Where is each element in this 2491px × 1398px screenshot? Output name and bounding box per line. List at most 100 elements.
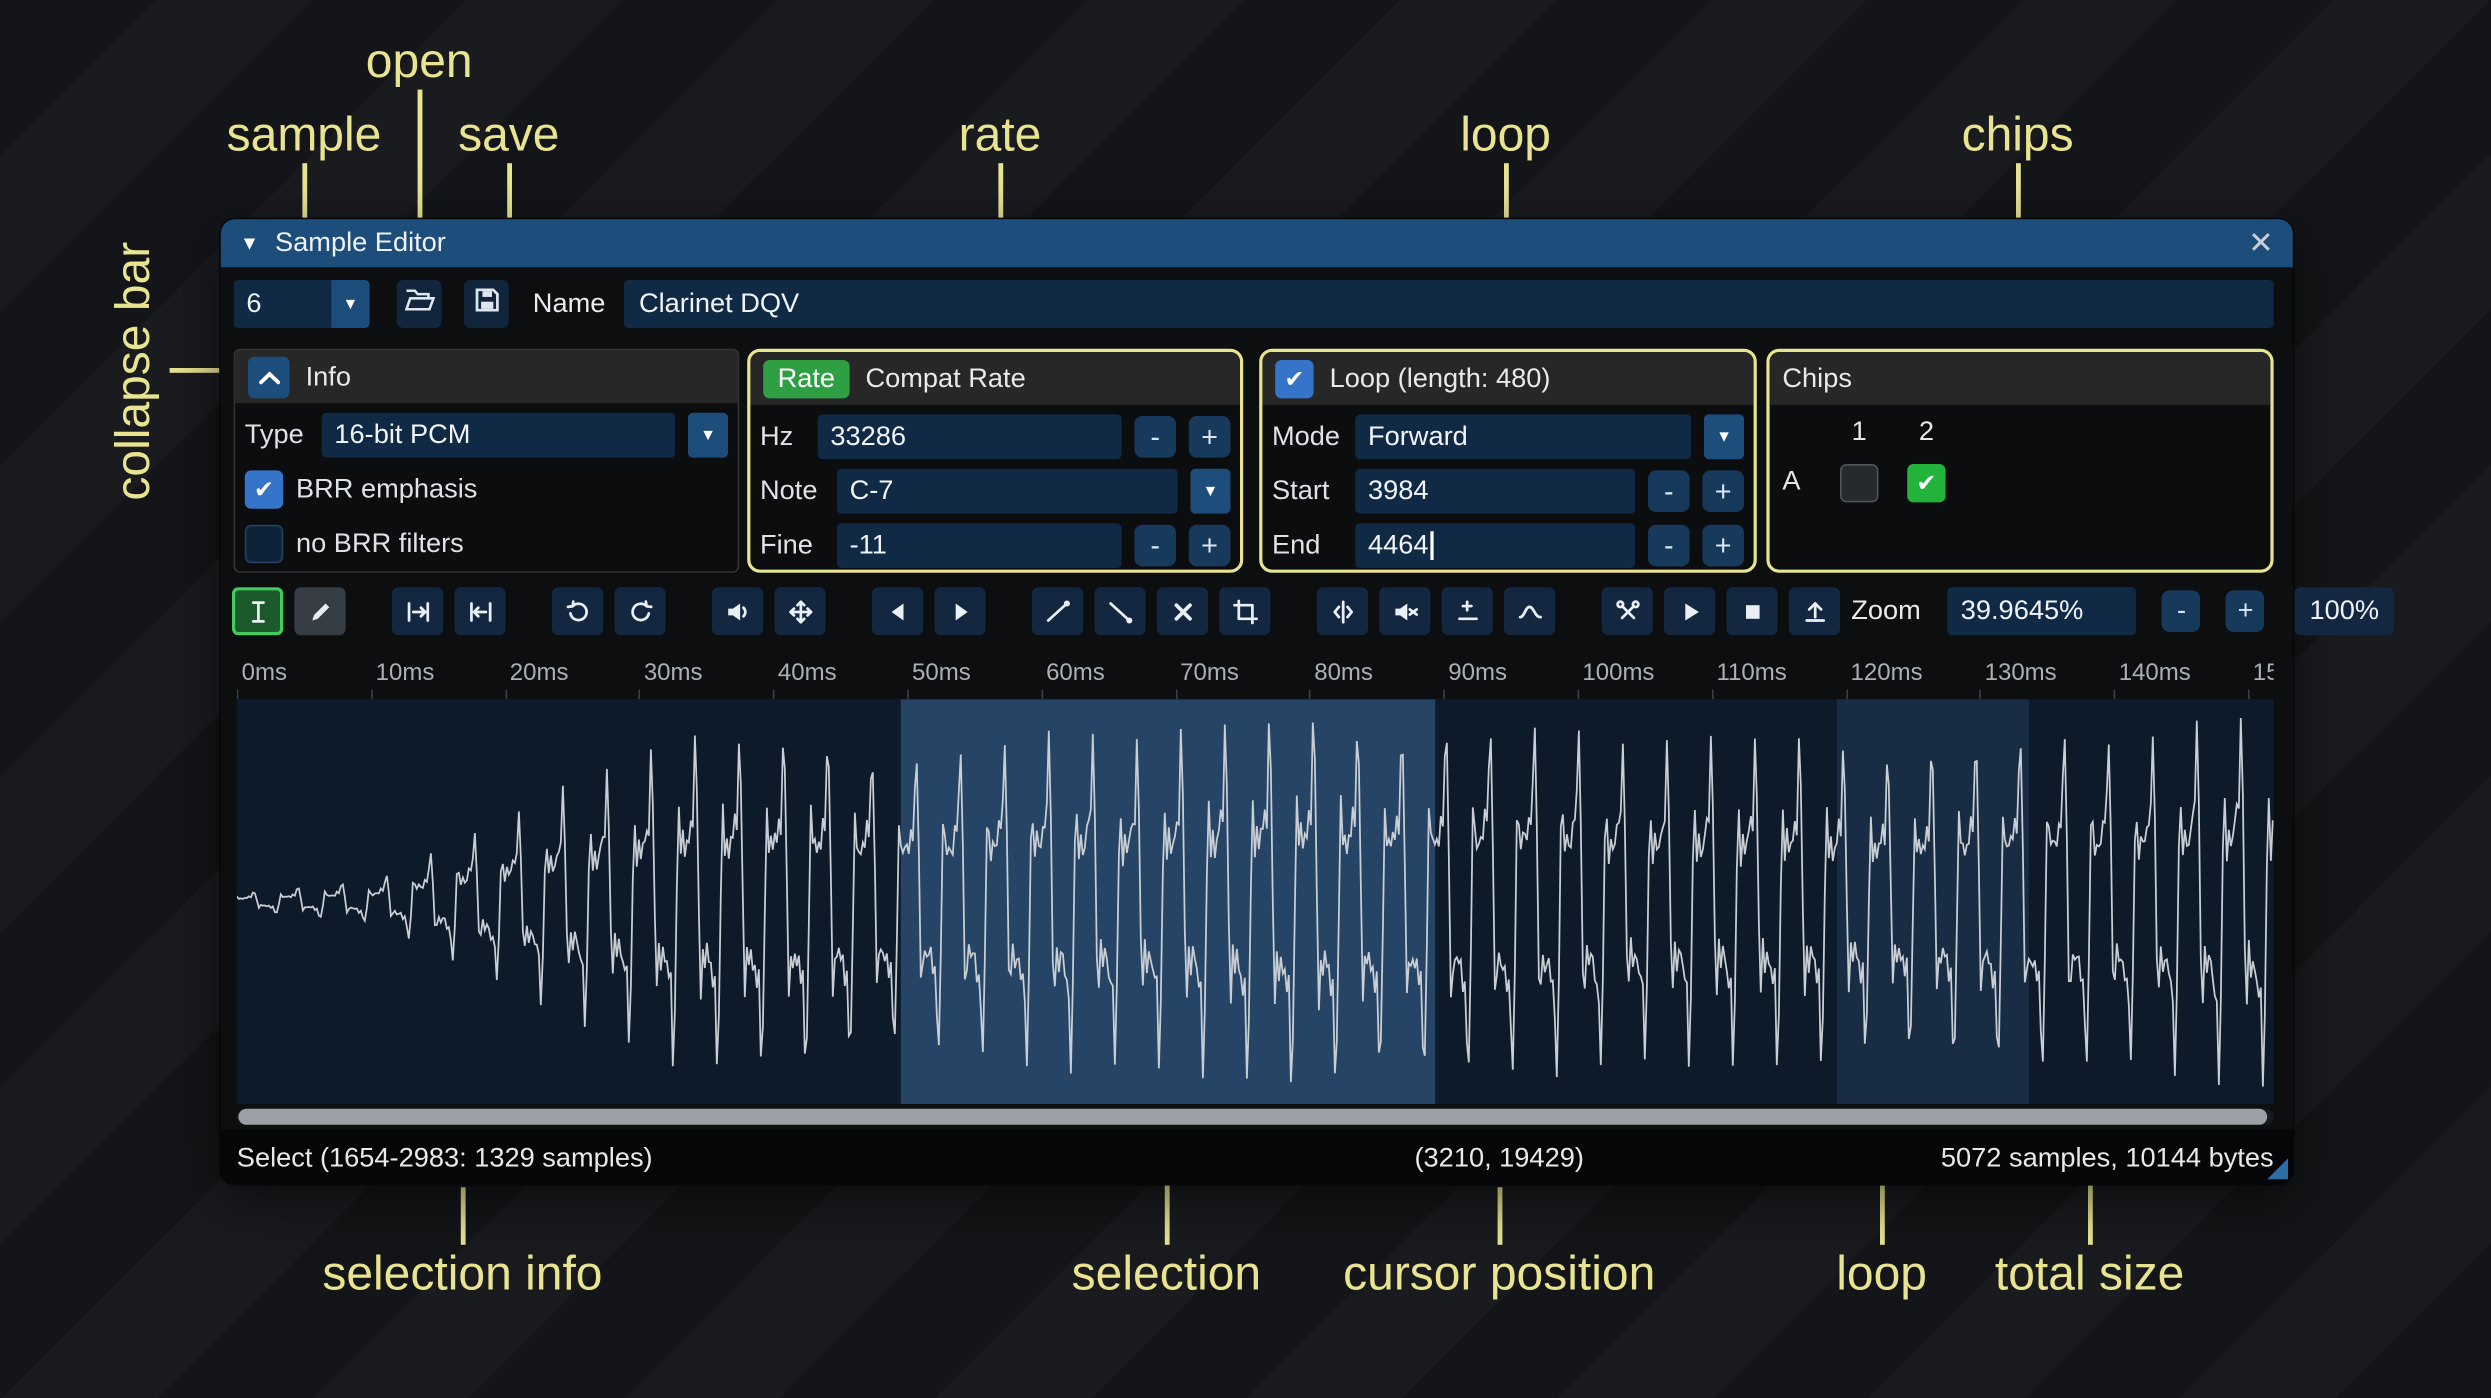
stop-preview-button[interactable] xyxy=(1726,587,1778,636)
annotation-loop-top: loop xyxy=(1460,108,1551,162)
loop-end-minus-button[interactable]: - xyxy=(1648,524,1690,567)
waveform-view[interactable] xyxy=(236,699,2274,1104)
chevron-down-icon: ▼ xyxy=(700,426,716,444)
panels-row: Info Type 16-bit PCM ▼ ✔ BRR emphasis no… xyxy=(221,348,2293,573)
loop-start-plus-button[interactable]: + xyxy=(1702,470,1744,512)
loop-mode-select[interactable]: Forward xyxy=(1355,414,1692,460)
loop-start-label: Start xyxy=(1272,475,1330,506)
horizontal-scrollbar[interactable] xyxy=(236,1108,2274,1125)
ruler-label: 0ms xyxy=(241,659,287,687)
hz-minus-button[interactable]: - xyxy=(1134,416,1176,458)
insert-silence-button[interactable] xyxy=(1316,587,1368,636)
create-wavetable-button[interactable] xyxy=(1788,587,1840,636)
save-sample-button[interactable] xyxy=(464,280,509,328)
collapse-bar-button[interactable] xyxy=(248,356,290,398)
resample-button[interactable] xyxy=(454,587,506,636)
select-tool-button[interactable] xyxy=(232,587,284,636)
ruler-tick xyxy=(773,689,775,700)
redo-icon xyxy=(626,598,653,625)
open-sample-button[interactable] xyxy=(396,280,442,328)
ibeam-icon xyxy=(244,598,271,625)
close-button[interactable]: ✕ xyxy=(2248,228,2273,258)
ruler-tick xyxy=(1979,689,1982,700)
loop-mode-dropdown-button[interactable]: ▼ xyxy=(1704,414,1744,460)
sample-number-dropdown-button[interactable]: ▼ xyxy=(331,280,370,328)
draw-tool-button[interactable] xyxy=(294,587,346,636)
chevron-down-icon: ▼ xyxy=(1202,482,1219,500)
ruler-tick xyxy=(1175,689,1177,700)
ruler-label: 60ms xyxy=(1046,659,1105,687)
sample-number-field[interactable]: 6 xyxy=(233,280,332,328)
title-bar[interactable]: ▼ Sample Editor ✕ xyxy=(220,219,2293,268)
chips-column-2: 2 xyxy=(1918,416,1934,447)
chips-row-label: A xyxy=(1782,465,1801,496)
brr-emphasis-checkbox[interactable]: ✔ xyxy=(244,470,284,509)
ruler-tick xyxy=(639,689,641,700)
window-collapse-icon[interactable]: ▼ xyxy=(240,232,259,254)
invert-button[interactable] xyxy=(934,587,986,636)
ruler-tick xyxy=(504,689,507,700)
zoom-input[interactable]: 39.9645% xyxy=(1947,587,2137,636)
loop-end-plus-button[interactable]: + xyxy=(1702,524,1744,567)
hz-input[interactable]: 33286 xyxy=(817,414,1122,460)
note-dropdown-button[interactable]: ▼ xyxy=(1190,468,1231,514)
undo-icon xyxy=(564,598,591,625)
preview-button[interactable] xyxy=(1664,587,1716,636)
fade-out-button[interactable] xyxy=(1094,587,1146,636)
annotation-chips: chips xyxy=(1961,108,2074,162)
crossfade-button[interactable] xyxy=(1601,587,1653,636)
save-floppy-icon xyxy=(471,286,501,321)
sign-invert-button[interactable] xyxy=(1441,587,1493,636)
no-brr-filters-label: no BRR filters xyxy=(296,528,464,559)
loop-enable-checkbox[interactable]: ✔ xyxy=(1275,359,1314,398)
zoom-out-button[interactable]: - xyxy=(2162,590,2201,632)
loop-start-minus-button[interactable]: - xyxy=(1648,470,1690,512)
loop-end-value: 4464 xyxy=(1368,529,1429,560)
name-input[interactable]: Clarinet DQV xyxy=(624,280,2274,328)
zoom-in-button[interactable]: + xyxy=(2226,590,2265,632)
fine-input[interactable]: -11 xyxy=(836,523,1122,568)
annotation-total-size: total size xyxy=(1994,1248,2185,1301)
redo-button[interactable] xyxy=(614,587,666,636)
no-brr-filters-checkbox[interactable] xyxy=(244,524,284,564)
window-resize-grip[interactable] xyxy=(2267,1158,2288,1180)
loop-start-input[interactable]: 3984 xyxy=(1355,468,1636,514)
annotation-open: open xyxy=(365,35,473,88)
undo-button[interactable] xyxy=(552,587,604,636)
ruler-tick xyxy=(236,689,239,700)
note-select[interactable]: C-7 xyxy=(836,468,1178,514)
loop-end-input[interactable]: 4464 xyxy=(1355,523,1636,568)
fine-plus-button[interactable]: + xyxy=(1188,524,1231,567)
name-label: Name xyxy=(532,288,606,319)
info-panel: Info Type 16-bit PCM ▼ ✔ BRR emphasis no… xyxy=(233,348,740,573)
mute-icon xyxy=(1391,598,1418,625)
brr-emphasis-label: BRR emphasis xyxy=(296,473,478,504)
sample-toolbar: Zoom 39.9645% - + 100% xyxy=(232,586,2394,637)
fine-minus-button[interactable]: - xyxy=(1134,524,1176,567)
trim-button[interactable] xyxy=(1219,587,1271,636)
filter-button[interactable] xyxy=(1504,587,1556,636)
chips-row-a: A ✔ xyxy=(1770,464,2271,506)
zoom-reset-button[interactable]: 100% xyxy=(2295,587,2394,636)
reverse-button[interactable] xyxy=(872,587,924,636)
amplify-button[interactable] xyxy=(712,587,764,636)
open-folder-icon xyxy=(403,286,435,321)
resize-button[interactable] xyxy=(392,587,444,636)
fade-in-button[interactable] xyxy=(1032,587,1084,636)
delete-button[interactable] xyxy=(1156,587,1208,636)
normalize-button[interactable] xyxy=(774,587,826,636)
scissors-icon xyxy=(1614,598,1641,625)
text-caret xyxy=(1430,531,1434,560)
chip-1-checkbox[interactable] xyxy=(1840,464,1879,503)
hz-plus-button[interactable]: + xyxy=(1188,416,1231,458)
rate-badge-button[interactable]: Rate xyxy=(763,359,850,398)
type-select[interactable]: 16-bit PCM xyxy=(321,412,676,458)
chevron-down-icon: ▼ xyxy=(342,295,359,313)
plusminus-icon xyxy=(1454,598,1481,625)
rate-panel-title: Compat Rate xyxy=(865,362,1026,393)
apply-silence-button[interactable] xyxy=(1379,587,1431,636)
scrollbar-thumb[interactable] xyxy=(238,1108,2268,1125)
chip-2-checkbox[interactable]: ✔ xyxy=(1907,464,1946,503)
type-dropdown-button[interactable]: ▼ xyxy=(688,412,728,458)
time-ruler[interactable]: 0ms 10ms 20ms 30ms 40ms 50ms 60ms 70ms 80ms 90ms 1… xyxy=(236,648,2274,700)
